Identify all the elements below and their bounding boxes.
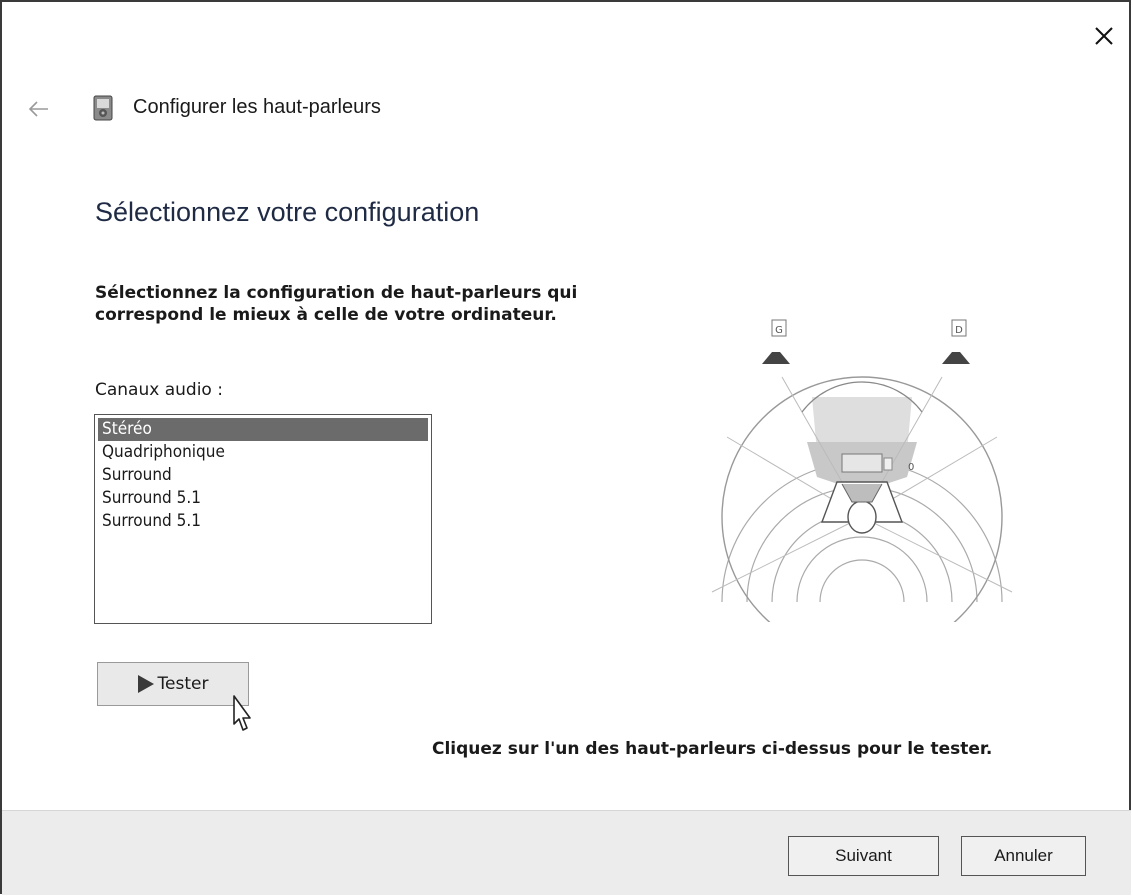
list-item-stereo[interactable]: Stéréo bbox=[98, 418, 428, 441]
window-title: Configurer les haut-parleurs bbox=[133, 96, 381, 118]
next-button[interactable]: Suivant bbox=[788, 836, 939, 876]
speaker-layout-diagram: G D 0 bbox=[711, 319, 1013, 622]
list-item-surround[interactable]: Surround bbox=[98, 464, 428, 487]
center-speaker-label: 0 bbox=[908, 462, 914, 473]
left-speaker-label: G bbox=[775, 325, 783, 336]
back-arrow-icon bbox=[28, 101, 48, 117]
audio-channels-listbox[interactable]: Stéréo Quadriphonique Surround Surround … bbox=[94, 414, 432, 624]
right-speaker-label: D bbox=[955, 325, 963, 336]
back-button[interactable] bbox=[24, 94, 54, 124]
channels-label: Canaux audio : bbox=[95, 380, 223, 400]
cancel-button[interactable]: Annuler bbox=[961, 836, 1086, 876]
close-button[interactable] bbox=[1084, 16, 1124, 56]
speaker-config-icon bbox=[93, 95, 113, 121]
close-icon bbox=[1095, 27, 1113, 45]
list-item-quadriphonique[interactable]: Quadriphonique bbox=[98, 441, 428, 464]
next-button-label: Suivant bbox=[835, 846, 892, 865]
test-hint-text: Cliquez sur l'un des haut-parleurs ci-de… bbox=[432, 739, 993, 759]
instructions-text: Sélectionnez la configuration de haut-pa… bbox=[95, 283, 578, 325]
list-item-surround-51-second[interactable]: Surround 5.1 bbox=[98, 510, 428, 533]
mouse-pointer-icon bbox=[233, 695, 251, 731]
page-title: Sélectionnez votre configuration bbox=[95, 197, 480, 227]
list-item-surround-51[interactable]: Surround 5.1 bbox=[98, 487, 428, 510]
cancel-button-label: Annuler bbox=[994, 846, 1053, 865]
play-icon bbox=[137, 675, 154, 693]
speaker-setup-window: Configurer les haut-parleurs Sélectionne… bbox=[0, 0, 1131, 895]
test-button-label: Tester bbox=[157, 674, 209, 694]
